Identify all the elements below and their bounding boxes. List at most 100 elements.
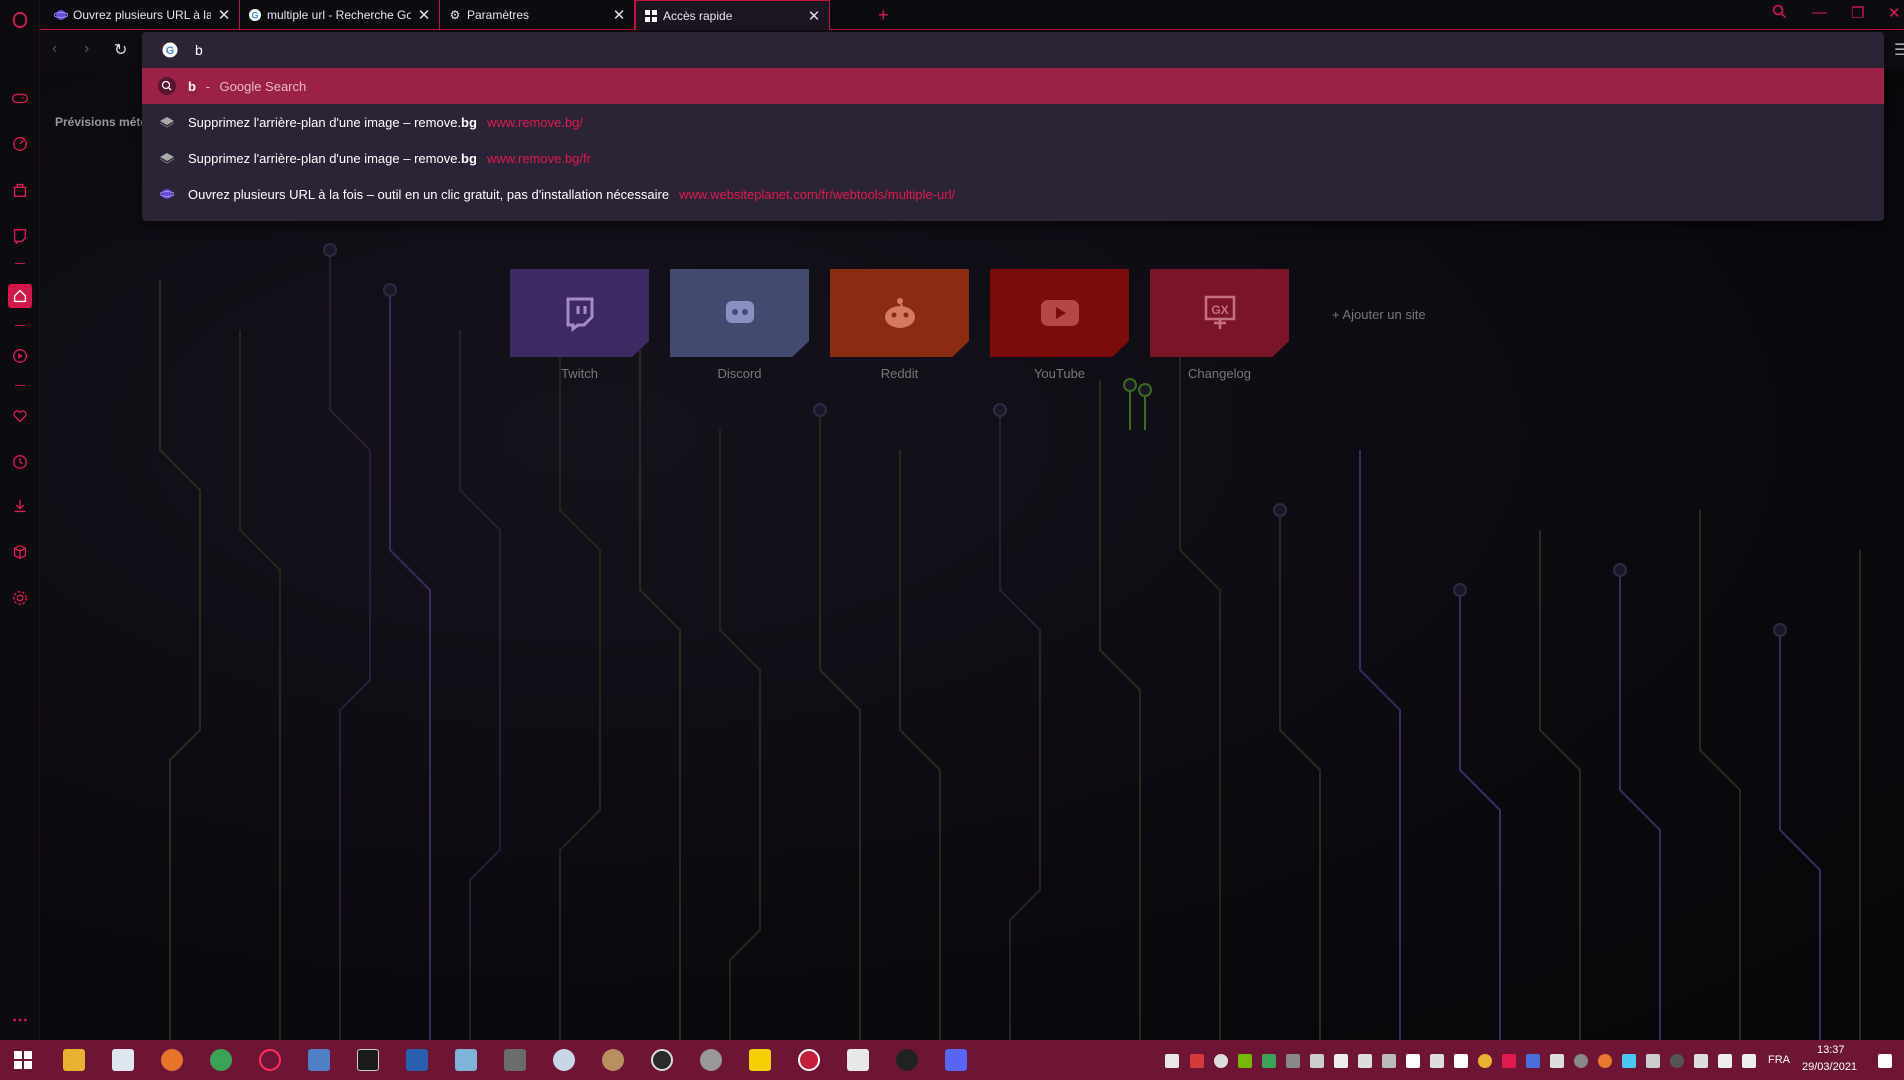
tray-icon[interactable] — [1334, 1054, 1348, 1068]
tray-icon[interactable] — [1574, 1054, 1588, 1068]
search-tabs-icon[interactable] — [1772, 4, 1787, 23]
reload-button[interactable]: ↻ — [114, 40, 127, 60]
nvidia-icon[interactable] — [1238, 1054, 1252, 1068]
calculator-icon[interactable] — [504, 1049, 526, 1071]
power-icon[interactable] — [896, 1049, 918, 1071]
minimize-button[interactable]: — — [1812, 4, 1827, 21]
notepad-icon[interactable] — [455, 1049, 477, 1071]
close-window-button[interactable]: ✕ — [1888, 4, 1901, 22]
tray-icon[interactable] — [1430, 1054, 1444, 1068]
forward-button[interactable]: › — [84, 40, 89, 58]
tab-google-search[interactable]: G multiple url - Recherche Go ✕ — [240, 0, 440, 30]
tray-icon[interactable] — [1406, 1054, 1420, 1068]
bag-icon[interactable] — [8, 178, 32, 202]
gamepad-icon[interactable] — [8, 86, 32, 110]
sticky-notes-icon[interactable] — [749, 1049, 771, 1071]
tray-icon[interactable] — [1310, 1054, 1324, 1068]
app-icon[interactable] — [847, 1049, 869, 1071]
address-input-value[interactable]: b — [195, 42, 203, 58]
tray-icon[interactable] — [1382, 1054, 1396, 1068]
powershell-icon[interactable] — [406, 1049, 428, 1071]
google-icon: G — [162, 42, 178, 58]
app-icon[interactable] — [700, 1049, 722, 1071]
clock-date[interactable]: 29/03/2021 — [1802, 1061, 1857, 1073]
discord-icon[interactable] — [945, 1049, 967, 1071]
tray-icon[interactable] — [1358, 1054, 1372, 1068]
tab-speed-dial[interactable]: Accès rapide ✕ — [635, 0, 830, 30]
xbox-icon[interactable] — [1214, 1054, 1228, 1068]
language-indicator[interactable]: FRA — [1768, 1054, 1790, 1066]
close-tab-icon[interactable]: ✕ — [217, 6, 231, 24]
tray-icon[interactable] — [1526, 1054, 1540, 1068]
tray-icon[interactable] — [1262, 1054, 1276, 1068]
tray-icon[interactable] — [1598, 1054, 1612, 1068]
clock-time[interactable]: 13:37 — [1817, 1044, 1845, 1056]
firefox-icon[interactable] — [161, 1049, 183, 1071]
settings-gear-icon[interactable] — [8, 586, 32, 610]
tray-icon[interactable] — [1502, 1054, 1516, 1068]
chrome-icon[interactable] — [210, 1049, 232, 1071]
document-viewer-icon[interactable] — [112, 1049, 134, 1071]
microphone-icon[interactable] — [1454, 1054, 1468, 1068]
speed-dial-label: Reddit — [880, 366, 919, 381]
easy-setup-icon[interactable]: ☰ — [1894, 40, 1904, 60]
close-tab-icon[interactable]: ✕ — [807, 7, 821, 25]
history-icon[interactable] — [8, 450, 32, 474]
close-tab-icon[interactable]: ✕ — [612, 6, 626, 24]
network-icon[interactable] — [1718, 1054, 1732, 1068]
tab-settings[interactable]: ⚙ Paramètres ✕ — [440, 0, 635, 30]
close-tab-icon[interactable]: ✕ — [417, 6, 431, 24]
windows-start-icon[interactable] — [12, 1049, 34, 1071]
sidebar-separator — [15, 325, 25, 326]
back-button[interactable]: ‹ — [52, 40, 57, 58]
tray-icon[interactable] — [1550, 1054, 1564, 1068]
omnibox-dropdown: G b b - Google Search Supprimez l'arrièr… — [142, 32, 1884, 221]
home-icon[interactable] — [8, 284, 32, 308]
new-tab-button[interactable]: + — [878, 5, 889, 26]
heart-icon[interactable] — [8, 404, 32, 428]
app-icon[interactable] — [798, 1049, 820, 1071]
steam-icon[interactable] — [1646, 1054, 1660, 1068]
speed-dial-discord[interactable] — [670, 269, 809, 357]
search-icon — [158, 77, 176, 95]
tray-icon[interactable] — [1694, 1054, 1708, 1068]
player-icon[interactable] — [8, 344, 32, 368]
speed-dial-changelog[interactable]: GX — [1150, 269, 1289, 357]
opera-gx-icon[interactable] — [259, 1049, 281, 1071]
twitch-icon[interactable] — [8, 224, 32, 248]
tray-icon[interactable] — [1670, 1054, 1684, 1068]
extensions-cube-icon[interactable] — [8, 540, 32, 564]
speed-dial-twitch[interactable] — [510, 269, 649, 357]
discord-icon — [725, 301, 754, 323]
suggestion-history-item[interactable]: Supprimez l'arrière-plan d'une image – r… — [142, 140, 1884, 176]
speed-dial-reddit[interactable] — [830, 269, 969, 357]
remote-desktop-icon[interactable] — [308, 1049, 330, 1071]
youtube-icon — [1040, 300, 1079, 326]
paint-icon[interactable] — [602, 1049, 624, 1071]
suggestion-history-item[interactable]: Ouvrez plusieurs URL à la fois – outil e… — [142, 176, 1884, 212]
speedometer-icon[interactable] — [8, 132, 32, 156]
tray-icon[interactable] — [1478, 1054, 1492, 1068]
volume-icon[interactable] — [1742, 1054, 1756, 1068]
media-player-icon[interactable] — [651, 1049, 673, 1071]
speed-dial-youtube[interactable] — [990, 269, 1129, 357]
tray-icon[interactable] — [1622, 1054, 1636, 1068]
tray-icon[interactable] — [1190, 1054, 1204, 1068]
file-explorer-icon[interactable] — [63, 1049, 85, 1071]
more-options-icon[interactable] — [8, 1008, 32, 1032]
terminal-icon[interactable] — [357, 1049, 379, 1071]
tab-websiteplanet[interactable]: Ouvrez plusieurs URL à la f ✕ — [46, 0, 240, 30]
suggestion-google-search[interactable]: b - Google Search — [142, 68, 1884, 104]
tray-icon[interactable] — [1286, 1054, 1300, 1068]
notification-center-icon[interactable] — [1878, 1054, 1892, 1068]
app-icon[interactable] — [553, 1049, 575, 1071]
add-site-button[interactable]: + Ajouter un site — [1332, 307, 1426, 322]
suggestion-history-item[interactable]: Supprimez l'arrière-plan d'une image – r… — [142, 104, 1884, 140]
restore-button[interactable]: ❐ — [1851, 4, 1864, 22]
gx-icon: GX — [1204, 295, 1235, 329]
tray-icon[interactable] — [1165, 1054, 1179, 1068]
opera-menu-icon[interactable] — [8, 8, 32, 32]
address-bar[interactable]: G b — [142, 32, 1884, 68]
download-icon[interactable] — [8, 494, 32, 518]
weather-widget-label[interactable]: Prévisions mété — [55, 115, 147, 129]
